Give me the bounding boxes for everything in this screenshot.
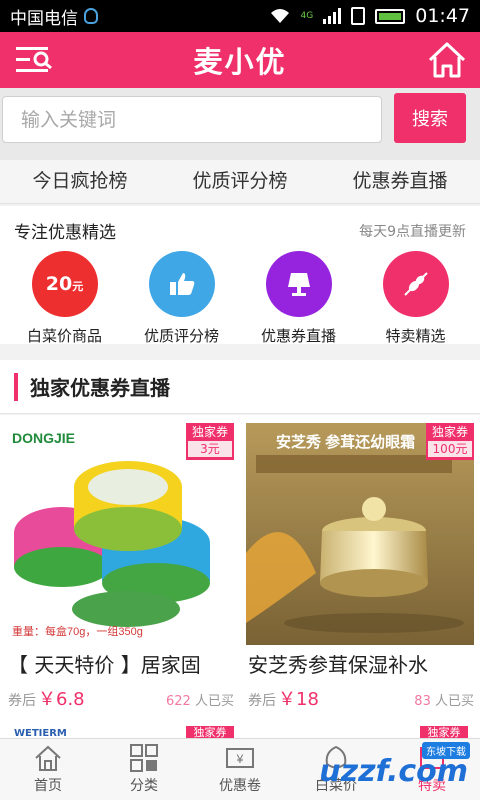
product-image-caption: 重量：每盒70g，一组350g <box>12 624 143 638</box>
section-header: 独家优惠券直播 <box>0 360 480 414</box>
sold-count: 622 人已买 <box>166 694 234 709</box>
product-brand: 安芝秀 参茸还幼眼霜 <box>276 433 415 451</box>
coupon-badge: 独家券 3元 <box>186 423 234 460</box>
network-type: 4G <box>300 10 314 21</box>
svg-text:¥: ¥ <box>236 752 244 766</box>
coupon-badge: 独家券 100元 <box>426 423 474 460</box>
signal-icon <box>323 8 342 24</box>
section-accent <box>14 372 18 401</box>
tab-coupon-live[interactable]: 优惠券直播 <box>320 160 480 203</box>
featured-panel: 专注优惠精选 每天9点直播更新 20元 白菜价商品 优质评分榜 优惠券直播 特卖 <box>0 206 480 346</box>
category-label: 优惠券直播 <box>260 327 336 345</box>
status-bar: 中国电信 4G 01:47 <box>0 0 480 32</box>
product-brand: DONGJIE <box>12 430 75 446</box>
after-coupon-label: 券后 <box>8 693 36 709</box>
menu-icon[interactable] <box>14 43 54 77</box>
search-button[interactable]: 搜索 <box>394 93 466 143</box>
grid-icon <box>130 744 158 772</box>
search-bar: 搜索 <box>0 88 480 160</box>
app-header: 麦小优 <box>0 32 480 88</box>
category-coupon-live[interactable]: 优惠券直播 <box>244 251 354 346</box>
product-price: ￥6.8 <box>38 689 85 710</box>
nav-category[interactable]: 分类 <box>96 739 192 800</box>
product-grid: DONGJIE 重量：每盒70g，一组350g 独家券 3元 【 天天特价 】居… <box>0 415 480 720</box>
watermark: 东坡下载 uzzf.com <box>298 742 480 794</box>
product-image: 安芝秀 参茸还幼眼霜 独家券 100元 <box>246 423 474 645</box>
next-product-row: WETIERM 独家券 独家券 <box>0 720 480 740</box>
product-price: ￥18 <box>278 689 319 710</box>
product-image: DONGJIE 重量：每盒70g，一组350g 独家券 3元 <box>6 423 234 645</box>
sim-icon <box>351 7 366 25</box>
category-bargain[interactable]: 20元 白菜价商品 <box>10 251 120 346</box>
after-coupon-label: 券后 <box>248 693 276 709</box>
wifi-icon <box>270 9 289 23</box>
clock: 01:47 <box>415 5 470 27</box>
lamp-icon <box>265 251 332 317</box>
watermark-text: uzzf.com <box>319 754 468 789</box>
category-label: 特卖精选 <box>385 327 446 345</box>
carrier-name: 中国电信 <box>10 8 78 29</box>
qq-icon <box>84 8 98 24</box>
page-title: 麦小优 <box>193 45 287 79</box>
nav-label: 优惠卷 <box>219 778 261 794</box>
featured-title: 专注优惠精选 <box>14 223 116 243</box>
category-label: 优质评分榜 <box>143 327 219 345</box>
ranking-tabs: 今日疯抢榜 优质评分榜 优惠券直播 <box>0 160 480 204</box>
product-name: 【 天天特价 】居家固 <box>8 653 201 677</box>
nav-home[interactable]: 首页 <box>0 739 96 800</box>
category-top-rated[interactable]: 优质评分榜 <box>127 251 237 346</box>
nav-label: 分类 <box>130 778 158 794</box>
search-input[interactable] <box>2 96 382 143</box>
product-name: 安芝秀参茸保湿补水 <box>248 653 428 677</box>
featured-subtitle: 每天9点直播更新 <box>359 223 466 240</box>
coupon-icon: ¥ <box>226 748 254 768</box>
skewer-icon <box>382 251 449 317</box>
tab-today-hot[interactable]: 今日疯抢榜 <box>0 160 160 203</box>
home-icon <box>35 745 61 771</box>
home-icon[interactable] <box>426 40 468 80</box>
price-tag-icon: 20元 <box>31 251 98 317</box>
category-flash-sale[interactable]: 特卖精选 <box>361 251 471 346</box>
battery-icon <box>375 8 406 24</box>
category-label: 白菜价商品 <box>26 327 102 345</box>
section-title: 独家优惠券直播 <box>30 376 170 400</box>
nav-coupon[interactable]: ¥ 优惠卷 <box>192 739 288 800</box>
sold-count: 83 人已买 <box>414 694 474 709</box>
product-card[interactable]: 安芝秀 参茸还幼眼霜 独家券 100元 安芝秀参茸保湿补水 券后 ￥18 83 … <box>240 415 480 720</box>
thumbs-up-icon <box>148 251 215 317</box>
product-card[interactable]: DONGJIE 重量：每盒70g，一组350g 独家券 3元 【 天天特价 】居… <box>0 415 240 720</box>
tab-top-rated[interactable]: 优质评分榜 <box>160 160 320 203</box>
nav-label: 首页 <box>34 778 62 794</box>
